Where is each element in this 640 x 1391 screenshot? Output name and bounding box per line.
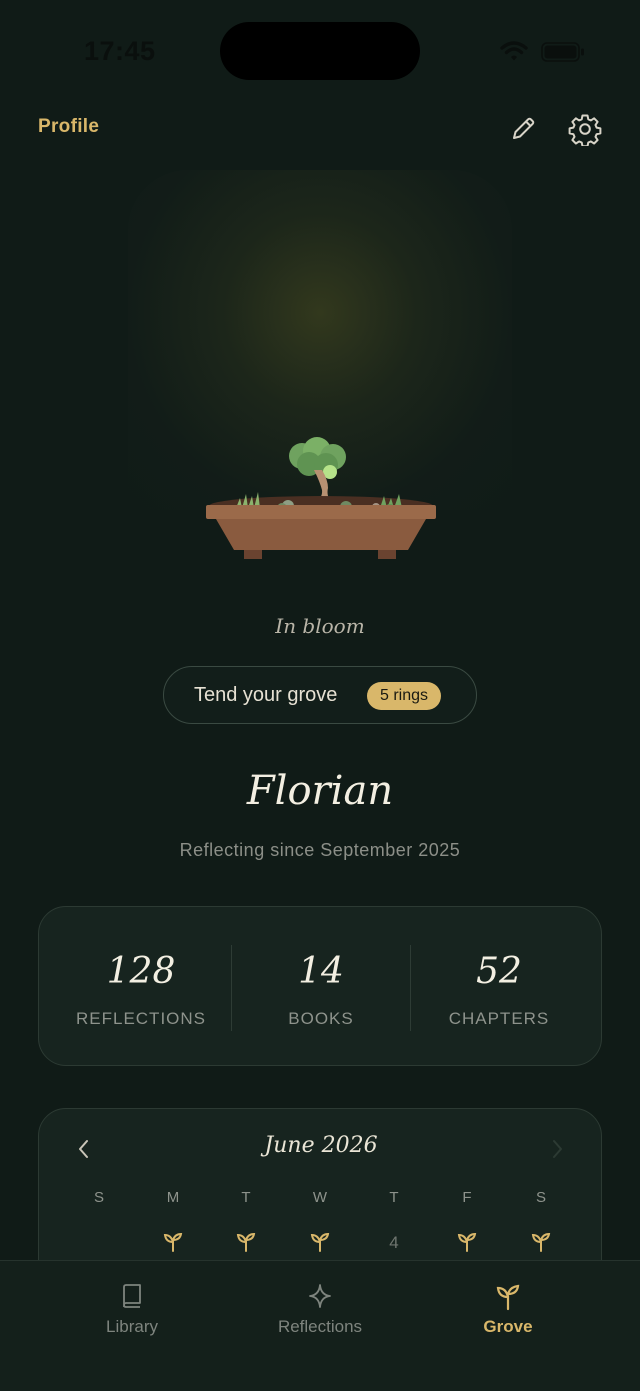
user-name: Florian [246,768,394,814]
calendar-day-sprout-icon[interactable] [300,1229,340,1257]
calendar-month: June 2026 [264,1133,378,1158]
stat-value: 14 [298,951,344,992]
calendar-day-sprout-icon[interactable] [153,1229,193,1257]
tab-library[interactable]: Library [52,1261,212,1361]
calendar-day-sprout-icon[interactable] [521,1229,561,1257]
stats-card: 128 REFLECTIONS 14 BOOKS 52 CHAPTERS [38,906,602,1066]
stat-value: 52 [476,951,522,992]
weekday-label: T [389,1189,399,1206]
calendar-day-sprout-icon[interactable] [447,1229,487,1257]
profile-screen: 17:45 Profile In bloom Tend your grove 5… [0,0,640,1391]
weekday-label: S [535,1189,546,1206]
weekday-label: T [241,1189,251,1206]
member-since: Reflecting since September 2025 [179,840,461,860]
stat-label: REFLECTIONS [75,1009,207,1028]
edit-pencil-icon[interactable] [508,114,538,149]
tend-grove-button[interactable]: Tend your grove 5 rings [163,666,477,724]
wifi-icon [500,40,528,67]
tab-bar: Library Reflections Grove [0,1260,640,1391]
status-time: 17:45 [84,36,156,66]
tab-grove[interactable]: Grove [428,1261,588,1361]
tab-label: Library [106,1317,158,1336]
calendar-day[interactable]: 4 [374,1229,414,1257]
stat-label: BOOKS [288,1009,354,1028]
chevron-right-icon[interactable] [549,1135,565,1168]
sparkle-icon [240,1281,400,1313]
calendar-day-sprout-icon[interactable] [226,1229,266,1257]
bonsai-illustration-icon [196,430,446,570]
stat-value: 128 [106,951,176,992]
stat-reflections: 128 REFLECTIONS [47,907,235,1067]
weekday-label: S [93,1189,104,1206]
page-title: Profile [38,116,100,137]
tend-grove-label: Tend your grove [194,684,338,706]
tab-reflections[interactable]: Reflections [240,1261,400,1361]
weekday-label: F [462,1189,472,1206]
settings-gear-icon[interactable] [568,112,602,151]
rings-badge: 5 rings [367,682,442,710]
stat-books: 14 BOOKS [227,907,415,1067]
tab-label: Grove [483,1317,533,1336]
sprout-icon [428,1281,588,1313]
stat-chapters: 52 CHAPTERS [405,907,593,1067]
stat-label: CHAPTERS [448,1009,550,1028]
weekday-label: M [166,1189,180,1206]
weekday-label: W [312,1189,328,1206]
dynamic-island [220,22,420,80]
battery-icon [541,42,585,67]
status-bar: 17:45 [0,0,640,100]
grove-status: In bloom [275,614,365,638]
tab-label: Reflections [277,1317,363,1336]
book-icon [52,1281,212,1313]
